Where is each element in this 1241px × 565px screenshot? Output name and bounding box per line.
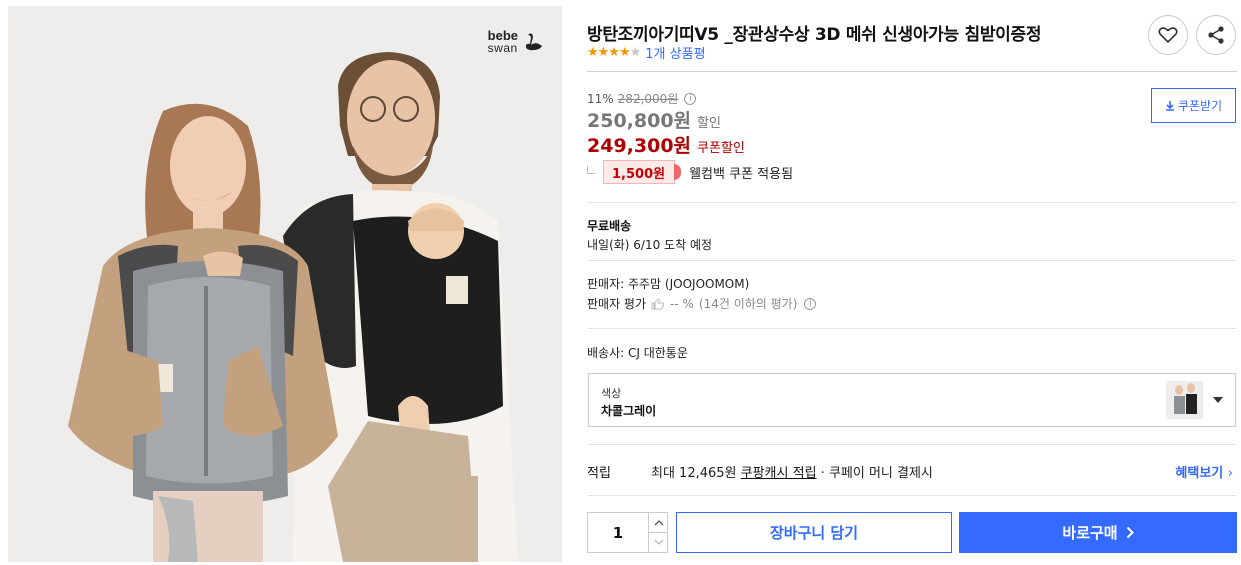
divider (587, 444, 1237, 445)
buy-now-label: 바로구매 (1062, 524, 1118, 542)
original-price: 282,000원 (617, 92, 679, 106)
option-label: 색상 (601, 387, 622, 400)
discount-rate: 11% (587, 91, 614, 106)
heart-icon (1158, 27, 1178, 44)
seller-rating-label: 판매자 평가 (587, 297, 647, 311)
color-option-select[interactable]: 색상 차콜그레이 (588, 373, 1236, 427)
chevron-down-icon (1213, 397, 1223, 403)
shipping-date: 내일(화) 6/10 도착 예정 (587, 238, 713, 252)
benefit-link[interactable]: 혜택보기 › (1175, 462, 1233, 481)
wishlist-button[interactable] (1148, 15, 1188, 55)
sale-price-row: 250,800원 할인 (587, 106, 721, 133)
get-coupon-button[interactable]: 쿠폰받기 (1151, 88, 1236, 123)
get-coupon-label: 쿠폰받기 (1177, 99, 1223, 113)
swan-icon (525, 33, 542, 51)
welcome-coupon-row: 1,500원 웰컴백 쿠폰 적용됨 (587, 160, 793, 184)
brand-name-line2: swan (487, 41, 518, 55)
divider (587, 495, 1237, 496)
product-info-panel: 방탄조끼아기띠V5 _장관상수상 3D 메쉬 신생아가능 침받이증정 ★★★★★… (587, 0, 1237, 565)
welcome-coupon-badge: 1,500원 (603, 160, 682, 184)
share-icon (1208, 26, 1224, 44)
reward-text-suffix: · 쿠페이 머니 결제시 (816, 466, 933, 481)
chevron-down-icon (654, 539, 663, 545)
review-count-link[interactable]: 1개 상품평 (645, 43, 705, 62)
info-icon[interactable]: i (684, 92, 697, 105)
thumbs-up-icon (651, 297, 665, 309)
add-to-cart-button[interactable]: 장바구니 담기 (676, 512, 952, 553)
reward-text-prefix: 최대 12,465원 (651, 466, 741, 481)
chevron-up-icon (654, 519, 663, 525)
seller-name: 판매자: 주주맘 (JOOJOOMOM) (587, 277, 750, 291)
chevron-right-icon (1126, 526, 1134, 539)
product-main-image[interactable]: bebe swan (8, 6, 562, 562)
coupon-label: 쿠폰할인 (697, 141, 745, 156)
shipping-label: 무료배송 (587, 219, 632, 233)
reward-label: 적립 (587, 466, 611, 481)
quantity-increase-button[interactable] (648, 513, 668, 533)
option-value: 차콜그레이 (601, 404, 657, 418)
divider (587, 328, 1237, 329)
quantity-value[interactable]: 1 (588, 513, 648, 552)
quantity-stepper[interactable]: 1 (587, 512, 668, 553)
quantity-decrease-button[interactable] (648, 532, 668, 552)
seller-rating-row: 판매자 평가 -- % (14건 이하의 평가) i (587, 295, 817, 312)
seller-rating-value: -- % (670, 296, 694, 311)
sale-price: 250,800원 (587, 110, 692, 132)
benefit-link-label: 혜택보기 (1175, 466, 1224, 481)
divider (587, 71, 1237, 72)
reward-text: 최대 12,465원 쿠팡캐시 적립 · 쿠페이 머니 결제시 (651, 462, 1175, 481)
indent-marker (587, 166, 595, 174)
buy-now-button[interactable]: 바로구매 (959, 512, 1237, 553)
coupon-price: 249,300원 (587, 135, 692, 157)
product-photo-illustration (8, 6, 562, 562)
brand-logo: bebe swan (487, 29, 544, 55)
welcome-coupon-text: 웰컴백 쿠폰 적용됨 (689, 166, 794, 182)
reward-row: 적립 최대 12,465원 쿠팡캐시 적립 · 쿠페이 머니 결제시 혜택보기 … (587, 462, 1237, 481)
divider (587, 202, 1237, 203)
option-thumbnail (1166, 381, 1203, 419)
rating-row: ★★★★★ 1개 상품평 (587, 43, 706, 62)
product-title: 방탄조끼아기띠V5 _장관상수상 3D 메쉬 신생아가능 침받이증정 (587, 25, 1042, 45)
courier-text: 배송사: CJ 대한통운 (587, 346, 688, 360)
divider (587, 260, 1237, 261)
coupang-cash-link[interactable]: 쿠팡캐시 적립 (741, 466, 817, 481)
rating-stars: ★★★★★ (587, 45, 641, 60)
coupon-price-row: 249,300원 쿠폰할인 (587, 131, 745, 158)
seller-rating-note: (14건 이하의 평가) (698, 297, 798, 311)
chevron-right-icon: › (1227, 466, 1233, 481)
download-icon (1165, 100, 1174, 111)
original-price-row: 11% 282,000원 i (587, 90, 697, 107)
share-button[interactable] (1196, 15, 1236, 55)
info-icon[interactable]: i (804, 297, 817, 310)
sale-label: 할인 (697, 116, 721, 131)
